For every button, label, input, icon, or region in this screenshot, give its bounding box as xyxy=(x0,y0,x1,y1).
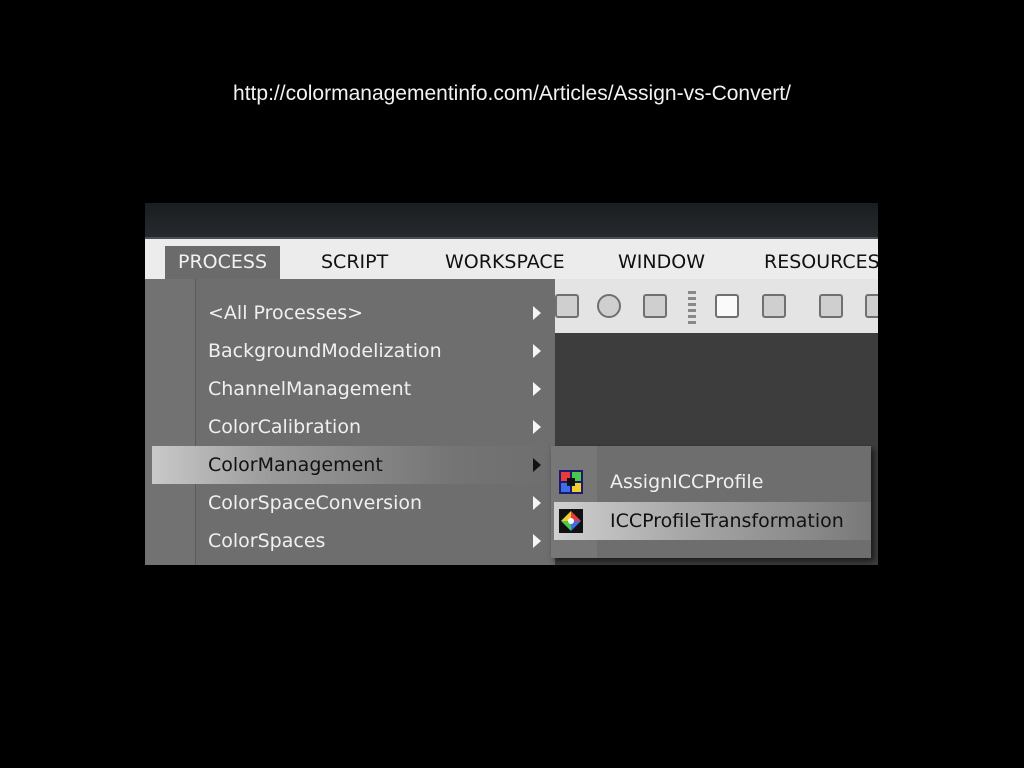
menu-item-all-processes[interactable]: <All Processes> xyxy=(145,294,555,332)
submenu-item-label: ICCProfileTransformation xyxy=(610,510,844,532)
menu-item-background-modelization[interactable]: BackgroundModelization xyxy=(145,332,555,370)
menu-workspace[interactable]: WORKSPACE xyxy=(432,246,578,279)
menu-item-channel-management[interactable]: ChannelManagement xyxy=(145,370,555,408)
toolbar xyxy=(555,279,878,333)
menu-item-label: BackgroundModelization xyxy=(208,340,442,362)
color-management-submenu: AssignICCProfile ICCProfileTransformatio… xyxy=(551,446,871,558)
settings-icon[interactable] xyxy=(555,294,579,318)
submenu-arrow-icon xyxy=(533,534,541,548)
submenu-arrow-icon xyxy=(533,382,541,396)
submenu-arrow-icon xyxy=(533,496,541,510)
assign-icc-profile-icon xyxy=(559,470,583,494)
refresh-icon[interactable] xyxy=(597,294,621,318)
preview-icon[interactable] xyxy=(819,294,843,318)
menu-item-label: ColorManagement xyxy=(208,454,383,476)
menu-item-label: ColorSpaceConversion xyxy=(208,492,423,514)
menu-process[interactable]: PROCESS xyxy=(165,246,281,279)
close-window-icon[interactable] xyxy=(762,294,786,318)
submenu-item-icc-profile-transformation[interactable]: ICCProfileTransformation xyxy=(554,502,871,540)
submenu-arrow-icon xyxy=(533,306,541,320)
menu-item-color-spaces[interactable]: ColorSpaces xyxy=(145,522,555,560)
caption-url: http://colormanagementinfo.com/Articles/… xyxy=(233,82,791,105)
window-icon[interactable] xyxy=(715,294,739,318)
icc-profile-transformation-icon xyxy=(559,509,583,533)
menu-item-color-management[interactable]: ColorManagement xyxy=(152,446,555,484)
app-screenshot: PROCESS SCRIPT WORKSPACE WINDOW RESOURCE… xyxy=(145,203,878,565)
menu-item-label: ColorCalibration xyxy=(208,416,361,438)
menu-item-color-calibration[interactable]: ColorCalibration xyxy=(145,408,555,446)
submenu-arrow-icon xyxy=(533,420,541,434)
menu-script[interactable]: SCRIPT xyxy=(308,246,401,279)
window-partial-icon[interactable] xyxy=(865,294,878,318)
menu-window[interactable]: WINDOW xyxy=(605,246,718,279)
process-dropdown-menu: <All Processes> BackgroundModelization C… xyxy=(145,279,555,565)
cancel-icon[interactable] xyxy=(643,294,667,318)
submenu-arrow-icon xyxy=(533,344,541,358)
submenu-arrow-icon xyxy=(533,458,541,472)
menu-bar: PROCESS SCRIPT WORKSPACE WINDOW RESOURCE… xyxy=(145,239,878,279)
menu-item-color-space-conversion[interactable]: ColorSpaceConversion xyxy=(145,484,555,522)
submenu-item-label: AssignICCProfile xyxy=(610,471,764,493)
menu-item-label: ChannelManagement xyxy=(208,378,412,400)
submenu-item-assign-icc-profile[interactable]: AssignICCProfile xyxy=(551,463,871,501)
title-bar xyxy=(145,203,878,239)
menu-resources[interactable]: RESOURCES xyxy=(751,246,878,279)
separator-grip[interactable] xyxy=(688,291,696,325)
menu-item-label: ColorSpaces xyxy=(208,530,326,552)
menu-item-label: <All Processes> xyxy=(208,302,364,324)
